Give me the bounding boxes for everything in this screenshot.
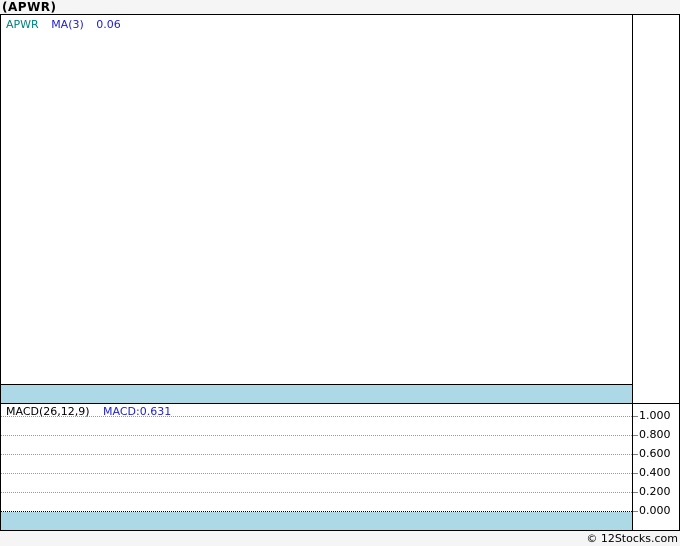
chart-footer: © 12Stocks.com	[0, 531, 680, 546]
y-axis-tick	[633, 454, 638, 455]
symbol-label: APWR	[6, 18, 39, 31]
macd-gridline	[1, 454, 632, 455]
y-axis-label: 0.600	[639, 447, 671, 460]
y-axis-label: 0.000	[639, 504, 671, 517]
y-axis-tick	[633, 511, 638, 512]
ma-value: 0.06	[96, 18, 121, 31]
y-axis-label: 0.200	[639, 485, 671, 498]
price-panel: APWR MA(3) 0.06	[1, 15, 632, 384]
separator-band-bottom	[1, 512, 632, 530]
copyright-label: © 12Stocks.com	[586, 532, 678, 545]
axis-divider	[632, 15, 633, 530]
y-axis-tick	[633, 416, 638, 417]
page-title: (APWR)	[2, 0, 57, 14]
y-axis-label: 0.400	[639, 466, 671, 479]
macd-panel	[1, 404, 632, 512]
y-axis-label: 1.000	[639, 409, 671, 422]
macd-gridline	[1, 435, 632, 436]
y-axis-label: 0.800	[639, 428, 671, 441]
macd-indicator-label: MACD(26,12,9)	[6, 405, 90, 418]
macd-value-label: MACD:0.631	[103, 405, 172, 418]
ma-label: MA(3)	[51, 18, 84, 31]
y-axis-tick	[633, 435, 638, 436]
chart-frame: APWR MA(3) 0.06 MACD(26,12,9) MACD:0.631…	[0, 14, 680, 531]
y-axis-tick	[633, 473, 638, 474]
chart-header: (APWR)	[0, 0, 680, 14]
separator-band-top	[1, 385, 632, 403]
macd-gridline	[1, 473, 632, 474]
macd-gridline	[1, 492, 632, 493]
price-legend: APWR MA(3) 0.06	[6, 18, 130, 31]
macd-legend: MACD(26,12,9) MACD:0.631	[6, 405, 171, 418]
y-axis-tick	[633, 492, 638, 493]
